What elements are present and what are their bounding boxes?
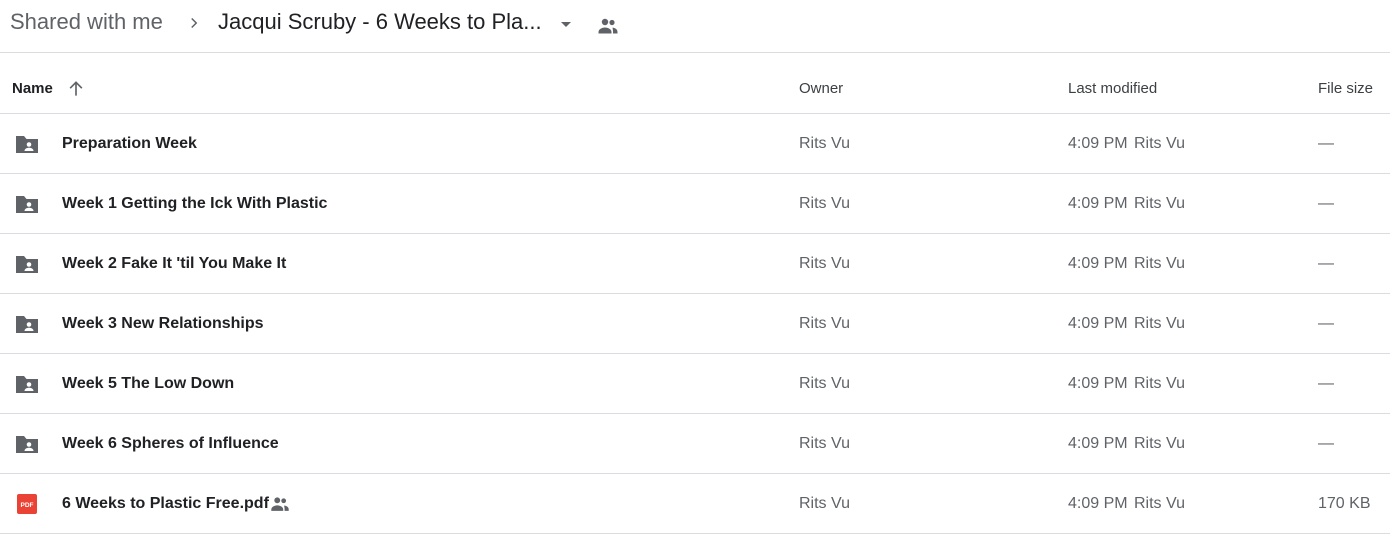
- shared-folder-icon: [16, 436, 38, 453]
- modified-time: 4:09 PM: [1068, 435, 1128, 452]
- shared-folder-icon: [16, 376, 38, 393]
- file-name: Week 5 The Low Down: [62, 375, 235, 392]
- file-owner: Rits Vu: [799, 135, 850, 152]
- modified-by: Rits Vu: [1134, 495, 1185, 512]
- modified-by: Rits Vu: [1134, 135, 1185, 152]
- file-owner: Rits Vu: [799, 255, 850, 272]
- people-icon: [271, 497, 289, 511]
- caret-down-icon[interactable]: [556, 16, 576, 32]
- modified-time: 4:09 PM: [1068, 375, 1128, 392]
- file-size: —: [1318, 195, 1334, 212]
- file-size: —: [1318, 375, 1334, 392]
- column-header-last-modified[interactable]: Last modified: [1068, 80, 1157, 97]
- file-row[interactable]: Week 5 The Low Down Rits Vu 4:09 PM Rits…: [0, 354, 1390, 414]
- column-header-owner[interactable]: Owner: [799, 80, 843, 97]
- file-row[interactable]: Week 2 Fake It 'til You Make It Rits Vu …: [0, 234, 1390, 294]
- breadcrumb: Shared with me Jacqui Scruby - 6 Weeks t…: [0, 0, 1390, 53]
- modified-time: 4:09 PM: [1068, 195, 1128, 212]
- file-size: —: [1318, 255, 1334, 272]
- modified-time: 4:09 PM: [1068, 315, 1128, 332]
- column-header-row: Name Owner Last modified File size: [0, 54, 1390, 114]
- file-size: —: [1318, 315, 1334, 332]
- shared-folder-icon: [16, 136, 38, 153]
- file-list: Preparation Week Rits Vu 4:09 PM Rits Vu…: [0, 114, 1390, 534]
- breadcrumb-shared-with-me[interactable]: Shared with me: [10, 9, 163, 35]
- file-name: Week 3 New Relationships: [62, 315, 264, 332]
- arrow-up-icon[interactable]: [66, 79, 86, 99]
- file-row[interactable]: PDF 6 Weeks to Plastic Free.pdf Rits Vu …: [0, 474, 1390, 534]
- column-header-file-size[interactable]: File size: [1318, 80, 1373, 97]
- shared-folder-icon: [16, 316, 38, 333]
- file-size: 170 KB: [1318, 495, 1371, 512]
- file-name: 6 Weeks to Plastic Free.pdf: [62, 495, 269, 512]
- file-row[interactable]: Week 6 Spheres of Influence Rits Vu 4:09…: [0, 414, 1390, 474]
- file-row[interactable]: Preparation Week Rits Vu 4:09 PM Rits Vu…: [0, 114, 1390, 174]
- file-name: Week 6 Spheres of Influence: [62, 435, 279, 452]
- file-owner: Rits Vu: [799, 375, 850, 392]
- file-size: —: [1318, 135, 1334, 152]
- modified-by: Rits Vu: [1134, 375, 1185, 392]
- modified-time: 4:09 PM: [1068, 255, 1128, 272]
- file-row[interactable]: Week 1 Getting the Ick With Plastic Rits…: [0, 174, 1390, 234]
- pdf-icon: PDF: [17, 494, 37, 514]
- file-owner: Rits Vu: [799, 195, 850, 212]
- file-row[interactable]: Week 3 New Relationships Rits Vu 4:09 PM…: [0, 294, 1390, 354]
- chevron-right-icon: [191, 17, 198, 29]
- modified-time: 4:09 PM: [1068, 495, 1128, 512]
- shared-folder-icon: [16, 196, 38, 213]
- file-size: —: [1318, 435, 1334, 452]
- breadcrumb-current-folder[interactable]: Jacqui Scruby - 6 Weeks to Pla...: [218, 9, 542, 35]
- file-owner: Rits Vu: [799, 495, 850, 512]
- svg-text:PDF: PDF: [21, 502, 34, 509]
- column-header-name[interactable]: Name: [12, 80, 53, 97]
- file-name: Week 2 Fake It 'til You Make It: [62, 255, 287, 272]
- modified-time: 4:09 PM: [1068, 135, 1128, 152]
- file-owner: Rits Vu: [799, 315, 850, 332]
- file-name: Week 1 Getting the Ick With Plastic: [62, 195, 328, 212]
- modified-by: Rits Vu: [1134, 315, 1185, 332]
- people-icon: [598, 18, 618, 34]
- file-name: Preparation Week: [62, 135, 197, 152]
- modified-by: Rits Vu: [1134, 255, 1185, 272]
- modified-by: Rits Vu: [1134, 195, 1185, 212]
- modified-by: Rits Vu: [1134, 435, 1185, 452]
- shared-folder-icon: [16, 256, 38, 273]
- file-owner: Rits Vu: [799, 435, 850, 452]
